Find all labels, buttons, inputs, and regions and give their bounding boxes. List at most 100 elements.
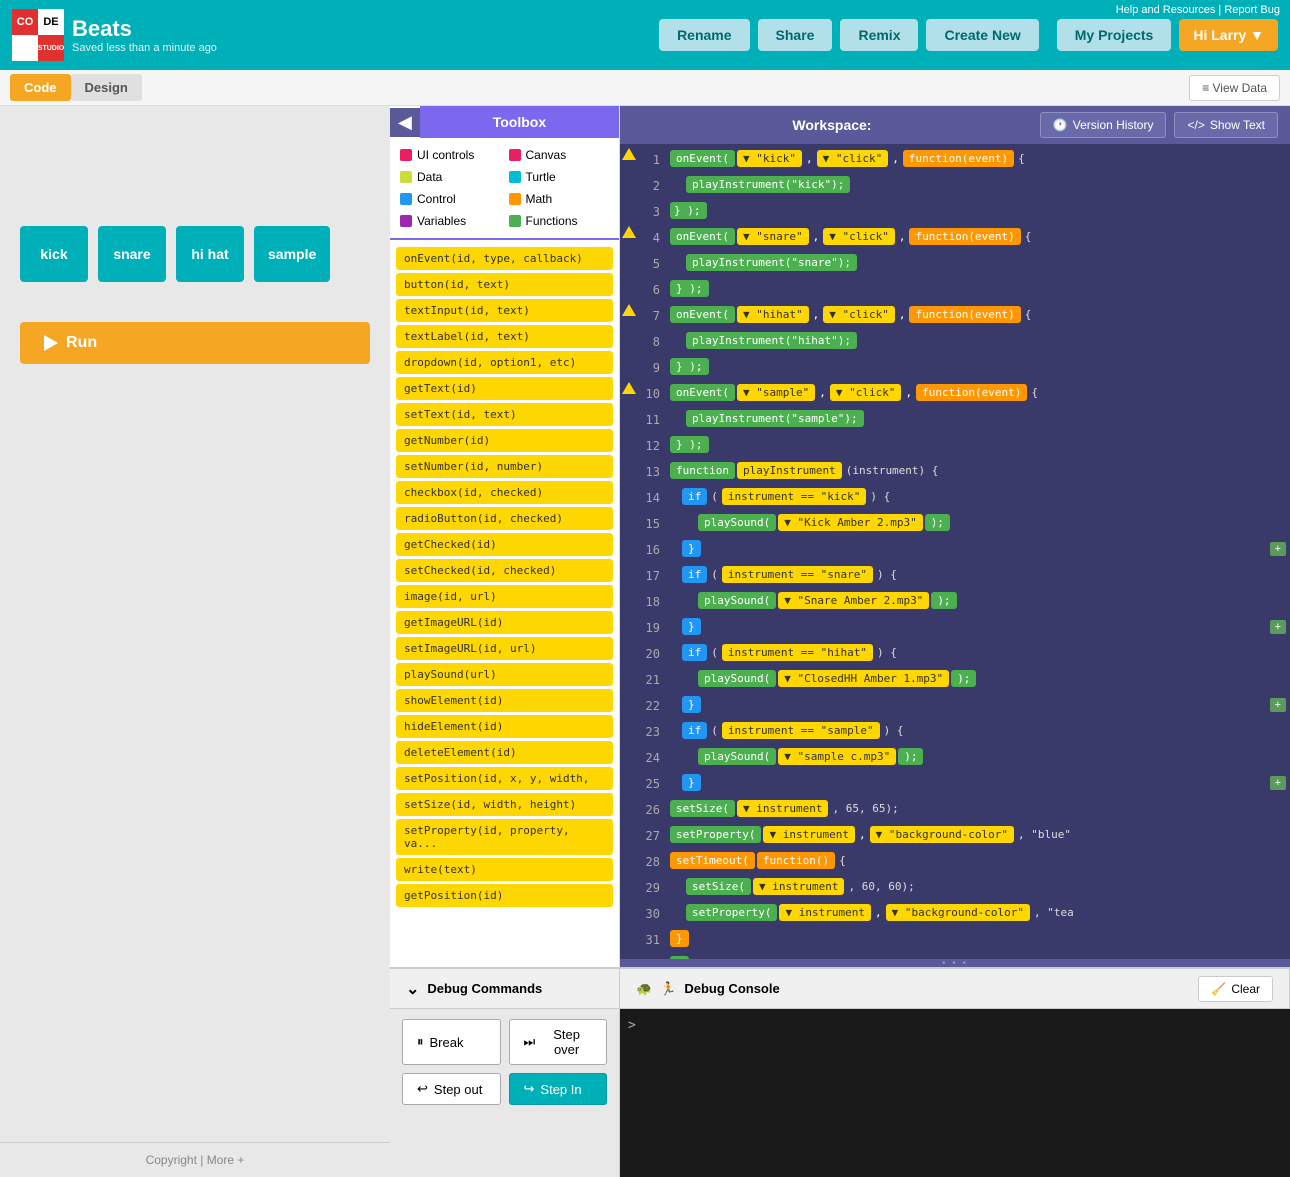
block-playsound-snare-close[interactable]: ); <box>931 592 956 609</box>
view-data-button[interactable]: ≡ View Data <box>1189 75 1280 101</box>
block-playsound-snare[interactable]: playSound( <box>698 592 776 609</box>
block-textlabel[interactable]: textLabel(id, text) <box>396 325 613 348</box>
block-sample-mp3[interactable]: ▼ "sample c.mp3" <box>778 748 896 765</box>
block-if-23[interactable]: if <box>682 722 707 739</box>
block-playsound-hihat[interactable]: playSound( <box>698 670 776 687</box>
category-control[interactable]: Control <box>398 190 503 208</box>
block-playsound-kick-close[interactable]: ); <box>925 514 950 531</box>
block-onevent-4[interactable]: onEvent( <box>670 228 735 245</box>
show-text-button[interactable]: </> Show Text <box>1174 112 1278 138</box>
tab-code[interactable]: Code <box>10 74 71 101</box>
category-ui-controls[interactable]: UI controls <box>398 146 503 164</box>
block-playsound-sample[interactable]: playSound( <box>698 748 776 765</box>
remix-button[interactable]: Remix <box>840 19 918 51</box>
block-bg-color-30[interactable]: ▼ "background-color" <box>886 904 1030 921</box>
block-getnumber[interactable]: getNumber(id) <box>396 429 613 452</box>
block-setproperty-30[interactable]: setProperty( <box>686 904 777 921</box>
block-showelement[interactable]: showElement(id) <box>396 689 613 712</box>
block-hideelement[interactable]: hideElement(id) <box>396 715 613 738</box>
block-instrument-var-27[interactable]: ▼ instrument <box>763 826 854 843</box>
report-bug-link[interactable]: Report Bug <box>1224 4 1280 16</box>
block-close-6[interactable]: } ); <box>670 280 709 297</box>
run-button[interactable]: Run <box>20 322 370 364</box>
block-playinstrument-hihat[interactable]: playInstrument("hihat"); <box>686 332 857 349</box>
block-close-31[interactable]: } <box>670 930 689 947</box>
more-link[interactable]: More + <box>207 1153 245 1167</box>
block-if-20[interactable]: if <box>682 644 707 661</box>
kick-button[interactable]: kick <box>20 226 88 282</box>
block-bg-color-27[interactable]: ▼ "background-color" <box>870 826 1014 843</box>
block-close-9[interactable]: } ); <box>670 358 709 375</box>
block-setproperty[interactable]: setProperty(id, property, va... <box>396 819 613 855</box>
block-instrument-var-29[interactable]: ▼ instrument <box>753 878 844 895</box>
category-data[interactable]: Data <box>398 168 503 186</box>
toolbox-nav-button[interactable]: ◀ <box>390 108 420 137</box>
block-setnumber[interactable]: setNumber(id, number) <box>396 455 613 478</box>
console-prompt[interactable]: > <box>628 1018 636 1033</box>
block-function-28[interactable]: function() <box>757 852 835 869</box>
block-click-dropdown-4[interactable]: ▼ "click" <box>823 228 895 245</box>
step-over-button[interactable]: ⏭ Step over <box>509 1019 608 1065</box>
share-button[interactable]: Share <box>758 19 833 51</box>
block-playsound-sample-close[interactable]: ); <box>898 748 923 765</box>
debug-expand-icon[interactable]: ⌄ <box>406 979 419 999</box>
add-block-22[interactable]: + <box>1270 698 1286 712</box>
block-close-22[interactable]: } <box>682 696 701 713</box>
block-if-14[interactable]: if <box>682 488 707 505</box>
block-hihat-dropdown[interactable]: ▼ "hihat" <box>737 306 809 323</box>
category-math[interactable]: Math <box>507 190 612 208</box>
help-resources-link[interactable]: Help and Resources <box>1116 4 1216 16</box>
block-kick-mp3[interactable]: ▼ "Kick Amber 2.mp3" <box>778 514 922 531</box>
block-getposition[interactable]: getPosition(id) <box>396 884 613 907</box>
block-setposition[interactable]: setPosition(id, x, y, width, <box>396 767 613 790</box>
block-dropdown[interactable]: dropdown(id, option1, etc) <box>396 351 613 374</box>
version-history-button[interactable]: 🕐 Version History <box>1040 112 1167 138</box>
block-playinstrument-kick[interactable]: playInstrument("kick"); <box>686 176 850 193</box>
block-playinstrument-sample[interactable]: playInstrument("sample"); <box>686 410 864 427</box>
block-click-dropdown-10[interactable]: ▼ "click" <box>830 384 902 401</box>
block-function-event-4[interactable]: function(event) <box>909 228 1020 245</box>
block-snare-dropdown[interactable]: ▼ "snare" <box>737 228 809 245</box>
clear-button[interactable]: 🧹 Clear <box>1198 976 1273 1002</box>
break-button[interactable]: ⏸ Break <box>402 1019 501 1065</box>
block-sample-dropdown[interactable]: ▼ "sample" <box>737 384 815 401</box>
step-out-button[interactable]: ↩ Step out <box>402 1073 501 1105</box>
block-setimageurl[interactable]: setImageURL(id, url) <box>396 637 613 660</box>
category-variables[interactable]: Variables <box>398 212 503 230</box>
block-if-17[interactable]: if <box>682 566 707 583</box>
block-playsound-kick[interactable]: playSound( <box>698 514 776 531</box>
block-settext[interactable]: setText(id, text) <box>396 403 613 426</box>
tab-design[interactable]: Design <box>71 74 142 101</box>
category-functions[interactable]: Functions <box>507 212 612 230</box>
block-onevent-1[interactable]: onEvent( <box>670 150 735 167</box>
block-setsize[interactable]: setSize(id, width, height) <box>396 793 613 816</box>
block-getchecked[interactable]: getChecked(id) <box>396 533 613 556</box>
block-function-event[interactable]: function(event) <box>903 150 1014 167</box>
block-snare-mp3[interactable]: ▼ "Snare Amber 2.mp3" <box>778 592 929 609</box>
block-playsound-hihat-close[interactable]: ); <box>951 670 976 687</box>
block-function-event-7[interactable]: function(event) <box>909 306 1020 323</box>
block-instrument-hihat-cond[interactable]: instrument == "hihat" <box>722 644 873 661</box>
block-settimeout-28[interactable]: setTimeout( <box>670 852 755 869</box>
block-button[interactable]: button(id, text) <box>396 273 613 296</box>
add-block-19[interactable]: + <box>1270 620 1286 634</box>
block-instrument-kick-cond[interactable]: instrument == "kick" <box>722 488 866 505</box>
category-turtle[interactable]: Turtle <box>507 168 612 186</box>
block-function-event-10[interactable]: function(event) <box>916 384 1027 401</box>
block-click-dropdown[interactable]: ▼ "click" <box>817 150 889 167</box>
block-onevent-7[interactable]: onEvent( <box>670 306 735 323</box>
hi-larry-button[interactable]: Hi Larry ▼ <box>1179 19 1278 51</box>
block-close-12[interactable]: } ); <box>670 436 709 453</box>
step-in-button[interactable]: ↪ Step In <box>509 1073 608 1105</box>
add-block-25[interactable]: + <box>1270 776 1286 790</box>
block-close-16[interactable]: } <box>682 540 701 557</box>
block-close-25[interactable]: } <box>682 774 701 791</box>
block-playinstrument-def[interactable]: playInstrument <box>737 462 842 479</box>
block-setsize-29[interactable]: setSize( <box>686 878 751 895</box>
block-image[interactable]: image(id, url) <box>396 585 613 608</box>
block-deleteelement[interactable]: deleteElement(id) <box>396 741 613 764</box>
my-projects-button[interactable]: My Projects <box>1057 19 1172 51</box>
block-close-32[interactable]: } <box>670 956 689 959</box>
block-onevent[interactable]: onEvent(id, type, callback) <box>396 247 613 270</box>
block-onevent-10[interactable]: onEvent( <box>670 384 735 401</box>
